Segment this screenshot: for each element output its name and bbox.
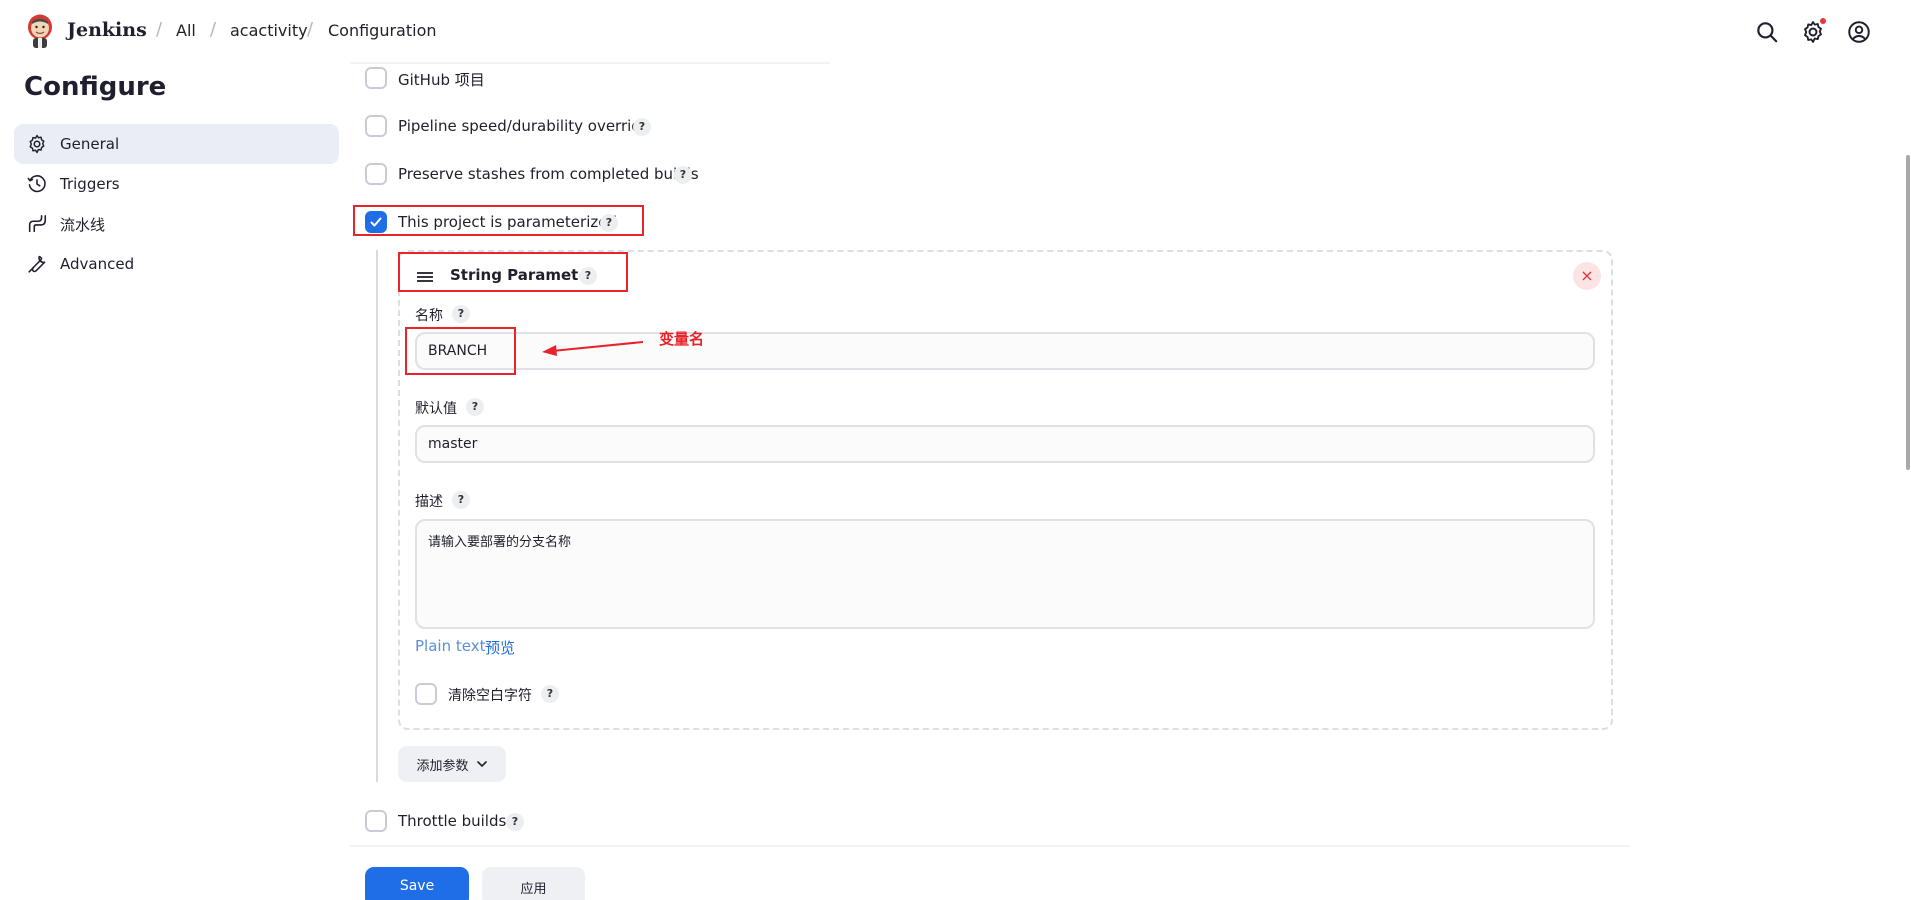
highlight-box — [405, 327, 516, 375]
pipeline-speed-label: Pipeline speed/durability override — [398, 117, 651, 135]
github-project-checkbox[interactable] — [365, 67, 387, 89]
default-value-label: 默认值 — [415, 401, 457, 417]
breadcrumb-separator: / — [156, 19, 163, 40]
pipeline-icon — [28, 214, 47, 233]
plain-text-label: Plain text — [415, 637, 486, 655]
help-icon[interactable]: ? — [541, 685, 559, 703]
gear-icon — [29, 134, 45, 154]
wrench-icon — [28, 255, 46, 273]
sidebar-item-label: Triggers — [60, 175, 120, 193]
preserve-stashes-checkbox[interactable] — [365, 163, 387, 185]
top-header: Jenkins / All / acactivity / Configurati… — [0, 0, 1911, 64]
breadcrumb-separator: / — [210, 19, 217, 40]
preview-link[interactable]: 预览 — [485, 637, 515, 658]
breadcrumb-configuration[interactable]: Configuration — [328, 21, 437, 40]
github-project-label: GitHub 项目 — [398, 71, 485, 89]
sidebar-item-advanced[interactable]: Advanced — [14, 244, 339, 284]
sidebar-item-pipeline[interactable]: 流水线 — [14, 204, 339, 244]
sidebar-item-general[interactable]: General — [14, 124, 339, 164]
help-icon[interactable]: ? — [452, 491, 470, 509]
name-field-label: 名称 — [415, 308, 443, 324]
parameterized-label: This project is parameterized — [398, 213, 617, 231]
default-value-input[interactable] — [415, 425, 1595, 463]
close-icon[interactable]: × — [1573, 262, 1601, 290]
apply-label: 应用 — [520, 881, 547, 897]
string-parameter-card — [398, 250, 1613, 730]
sidebar-item-label: 流水线 — [60, 215, 106, 234]
breadcrumb-job[interactable]: acactivity — [230, 21, 308, 40]
clock-icon — [27, 175, 46, 193]
throttle-builds-label: Throttle builds — [398, 812, 507, 830]
annotation-arrow — [542, 341, 644, 356]
notification-dot — [1820, 18, 1826, 24]
search-icon[interactable] — [1754, 19, 1780, 45]
throttle-builds-checkbox[interactable] — [365, 810, 387, 832]
help-icon[interactable]: ? — [506, 813, 524, 831]
help-icon[interactable]: ? — [633, 118, 651, 136]
apply-button[interactable]: 应用 — [482, 867, 585, 900]
trim-checkbox[interactable] — [415, 683, 437, 705]
breadcrumb-all[interactable]: All — [176, 21, 196, 40]
help-icon[interactable]: ? — [579, 267, 597, 285]
brand-name[interactable]: Jenkins — [67, 19, 147, 41]
preserve-stashes-label: Preserve stashes from completed builds — [398, 165, 699, 183]
parameter-title: String Parameter — [450, 266, 596, 284]
header-divider — [350, 62, 830, 64]
help-icon[interactable]: ? — [452, 305, 470, 323]
pipeline-speed-checkbox[interactable] — [365, 115, 387, 137]
add-parameter-button[interactable]: 添加参数 — [398, 746, 506, 782]
jenkins-logo-icon[interactable] — [24, 13, 56, 49]
help-icon[interactable]: ? — [466, 398, 484, 416]
scrollbar[interactable] — [1906, 155, 1910, 470]
checkmark-icon — [370, 217, 382, 227]
description-textarea[interactable]: 请输入要部署的分支名称 — [415, 519, 1595, 629]
user-icon[interactable] — [1846, 19, 1872, 45]
footer-divider — [350, 845, 1630, 847]
sidebar-item-label: Advanced — [60, 255, 135, 273]
sidebar-item-label: General — [60, 135, 120, 153]
chevron-down-icon — [476, 761, 487, 768]
description-label: 描述 — [415, 494, 443, 510]
save-button[interactable]: Save — [365, 867, 469, 900]
breadcrumb-separator: / — [307, 19, 314, 40]
help-icon[interactable]: ? — [600, 214, 618, 232]
help-icon[interactable]: ? — [674, 166, 692, 184]
drag-handle-icon[interactable] — [416, 270, 434, 284]
sidebar-item-triggers[interactable]: Triggers — [14, 164, 339, 204]
section-indent-line — [376, 250, 378, 782]
trim-label: 清除空白字符 — [448, 688, 532, 704]
annotation-text: 变量名 — [659, 330, 705, 348]
add-parameter-label: 添加参数 — [416, 758, 469, 774]
parameterized-checkbox[interactable] — [365, 211, 387, 233]
page-title: Configure — [24, 72, 167, 102]
